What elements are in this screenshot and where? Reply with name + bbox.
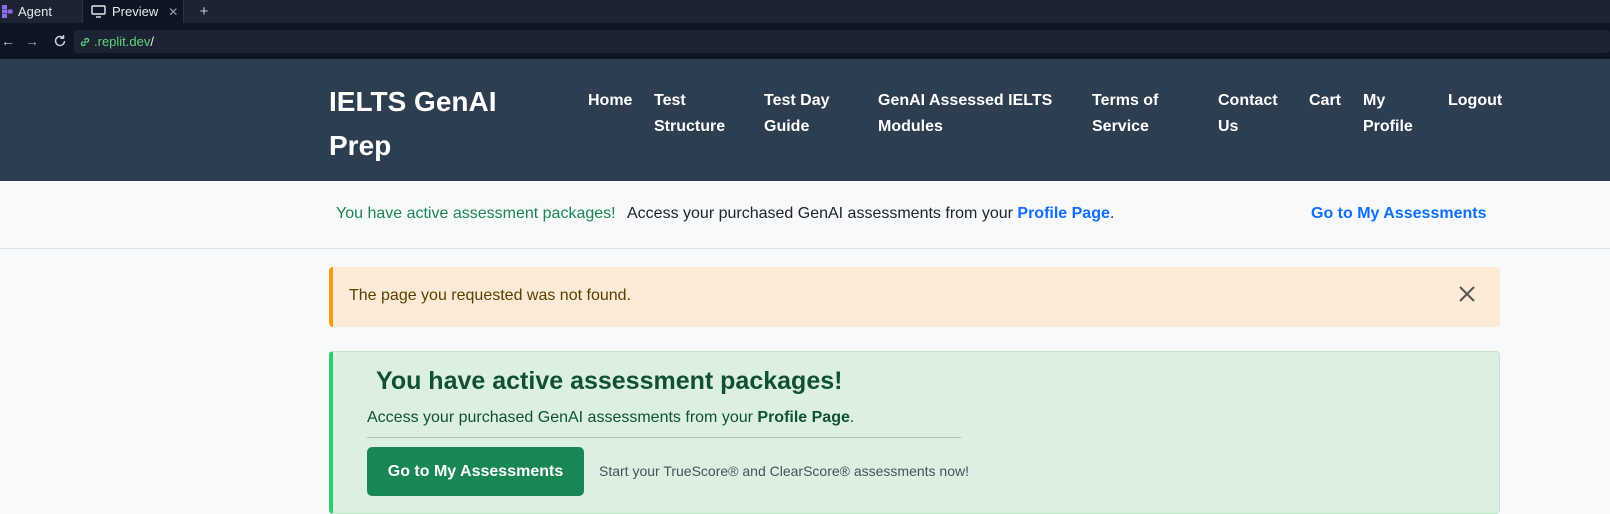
page-not-found-alert: The page you requested was not found. [329,267,1500,327]
banner-message: Access your purchased GenAI assessments … [627,205,1115,222]
nav-cart[interactable]: Cart [1309,88,1341,114]
site-brand[interactable]: IELTS GenAI Prep [329,80,529,168]
banner-profile-link[interactable]: Profile Page [1017,205,1109,222]
browser-tab-strip: Agent Preview ✕ + [0,0,1610,23]
tab-preview-label: Preview [112,4,159,19]
reload-icon[interactable] [52,32,68,50]
nav-genai-modules[interactable]: GenAI Assessed IELTS Modules [878,88,1052,140]
nav-my-profile[interactable]: My Profile [1363,88,1413,140]
tab-preview[interactable]: Preview ✕ [82,0,184,23]
url-path: / [150,34,154,49]
tab-agent-label: Agent [18,4,52,19]
brand-line-1: IELTS GenAI [329,86,497,117]
new-tab-button[interactable]: + [196,0,212,23]
back-arrow-icon[interactable]: ← [0,32,16,50]
card-title: You have active assessment packages! [376,367,843,395]
address-bar: ← → .replit.dev / [0,23,1610,59]
card-profile-link[interactable]: Profile Page [757,409,849,426]
link-icon [80,37,90,46]
close-tab-icon[interactable]: ✕ [168,5,178,19]
go-to-assessments-button[interactable]: Go to My Assessments [367,447,584,496]
nav-terms-of-service[interactable]: Terms of Service [1092,88,1158,140]
active-packages-card: You have active assessment packages! Acc… [329,351,1500,514]
monitor-icon [91,5,106,18]
nav-test-structure[interactable]: Test Structure [654,88,725,140]
divider [367,437,961,438]
tab-agent[interactable]: Agent [0,0,80,23]
nav-logout[interactable]: Logout [1448,88,1502,114]
active-packages-banner: You have active assessment packages! Acc… [0,181,1610,249]
forward-arrow-icon[interactable]: → [24,32,40,50]
banner-go-to-assessments-link[interactable]: Go to My Assessments [1311,205,1486,223]
site-navbar: IELTS GenAI Prep Home Test Structure Tes… [0,59,1610,181]
url-input[interactable]: .replit.dev / [74,30,1610,53]
nav-contact-us[interactable]: Contact Us [1218,88,1278,140]
close-icon[interactable] [1456,283,1478,305]
nav-home[interactable]: Home [588,88,632,114]
banner-status-text: You have active assessment packages! [336,205,616,222]
replit-agent-icon [2,5,13,18]
card-note: Start your TrueScore® and ClearScore® as… [599,463,970,479]
brand-line-2: Prep [329,130,392,161]
alert-message: The page you requested was not found. [349,287,631,304]
url-text: .replit.dev [94,34,151,49]
nav-test-day-guide[interactable]: Test Day Guide [764,88,830,140]
card-text: Access your purchased GenAI assessments … [367,409,855,426]
